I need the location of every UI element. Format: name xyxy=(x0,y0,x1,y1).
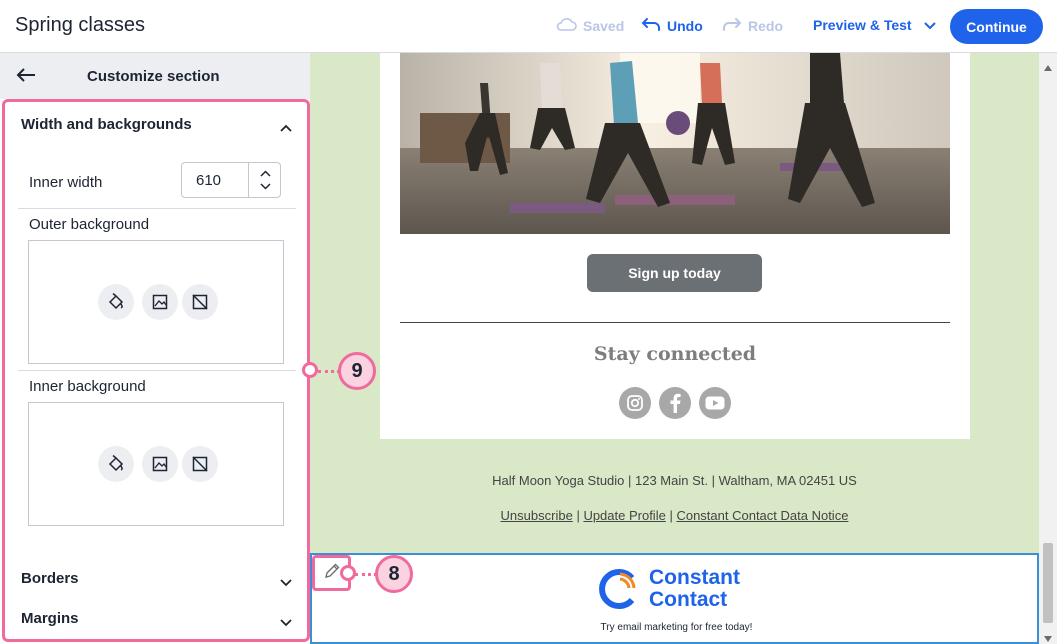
instagram-icon[interactable] xyxy=(619,387,651,419)
sidebar-title: Customize section xyxy=(87,68,220,85)
continue-button[interactable]: Continue xyxy=(950,9,1043,44)
brand-name-line1: Constant xyxy=(649,566,740,589)
constant-contact-footer[interactable]: Constant Contact Try email marketing for… xyxy=(310,553,1039,644)
email-body: Sign up today Stay connected xyxy=(380,53,970,439)
no-image-icon[interactable] xyxy=(182,284,218,320)
chevron-down-icon xyxy=(923,17,936,33)
sign-up-button[interactable]: Sign up today xyxy=(587,254,762,292)
saved-status: Saved xyxy=(555,17,624,34)
scrollbar-thumb[interactable] xyxy=(1043,543,1053,623)
customize-sidebar: Customize section Width and backgrounds … xyxy=(0,53,310,644)
inner-background-box xyxy=(28,402,284,526)
image-icon[interactable] xyxy=(142,284,178,320)
callout-9: 9 xyxy=(338,352,376,390)
divider xyxy=(18,370,296,371)
outer-background-label: Outer background xyxy=(29,216,150,233)
campaign-title[interactable]: Spring classes xyxy=(15,14,145,37)
redo-button[interactable]: Redo xyxy=(722,17,783,34)
undo-icon xyxy=(641,17,661,34)
callout-connector xyxy=(355,573,377,576)
chevron-up-icon[interactable] xyxy=(280,119,292,137)
section-settings-panel: Width and backgrounds Inner width 610 Ou… xyxy=(2,99,310,642)
constant-contact-logo-icon xyxy=(596,566,642,617)
width-backgrounds-header[interactable]: Width and backgrounds xyxy=(21,116,192,133)
redo-icon xyxy=(722,17,742,34)
top-bar: Spring classes Saved Undo Redo Preview &… xyxy=(0,0,1057,53)
inner-background-label: Inner background xyxy=(29,378,146,395)
divider xyxy=(400,322,950,323)
inner-width-value: 610 xyxy=(196,172,222,189)
inner-width-input[interactable]: 610 xyxy=(181,162,281,198)
constant-contact-logo: Constant Contact xyxy=(649,567,740,611)
margins-header[interactable]: Margins xyxy=(21,610,79,627)
scroll-up-icon[interactable] xyxy=(1043,59,1053,77)
preview-test-button[interactable]: Preview & Test xyxy=(813,17,936,33)
inner-width-label: Inner width xyxy=(29,174,103,191)
paint-bucket-icon[interactable] xyxy=(98,284,134,320)
footer-links: Unsubscribe | Update Profile | Constant … xyxy=(310,508,1039,523)
stay-connected-heading: Stay connected xyxy=(593,343,757,365)
undo-label: Undo xyxy=(667,17,703,34)
data-notice-link[interactable]: Constant Contact Data Notice xyxy=(676,508,848,523)
callout-anchor xyxy=(302,362,318,378)
yoga-class-photo[interactable] xyxy=(400,53,950,234)
sidebar-header: Customize section xyxy=(0,53,310,99)
vertical-scrollbar[interactable] xyxy=(1039,53,1057,644)
cloud-icon xyxy=(555,17,577,34)
youtube-icon[interactable] xyxy=(699,387,731,419)
callout-anchor xyxy=(340,565,356,581)
chevron-down-icon[interactable] xyxy=(280,614,292,632)
back-arrow-icon[interactable] xyxy=(16,67,36,88)
outer-background-box xyxy=(28,240,284,364)
pencil-icon xyxy=(323,562,341,585)
brand-name-line2: Contact xyxy=(649,588,728,611)
chevron-down-icon[interactable] xyxy=(280,574,292,592)
callout-8: 8 xyxy=(375,555,413,593)
divider xyxy=(18,208,296,209)
preview-label: Preview & Test xyxy=(813,17,912,33)
inner-width-stepper[interactable] xyxy=(248,163,281,197)
footer-tagline: Try email marketing for free today! xyxy=(600,622,753,633)
borders-header[interactable]: Borders xyxy=(21,570,79,587)
facebook-icon[interactable] xyxy=(659,387,691,419)
saved-label: Saved xyxy=(583,17,625,34)
unsubscribe-link[interactable]: Unsubscribe xyxy=(501,508,573,523)
redo-label: Redo xyxy=(748,17,783,34)
footer-address: Half Moon Yoga Studio | 123 Main St. | W… xyxy=(492,473,857,488)
no-image-icon[interactable] xyxy=(182,446,218,482)
callout-connector xyxy=(318,370,340,373)
update-profile-link[interactable]: Update Profile xyxy=(583,508,665,523)
image-icon[interactable] xyxy=(142,446,178,482)
email-canvas: Sign up today Stay connected Half Moon Y… xyxy=(310,53,1039,644)
undo-button[interactable]: Undo xyxy=(641,17,703,34)
paint-bucket-icon[interactable] xyxy=(98,446,134,482)
scroll-down-icon[interactable] xyxy=(1043,630,1053,644)
